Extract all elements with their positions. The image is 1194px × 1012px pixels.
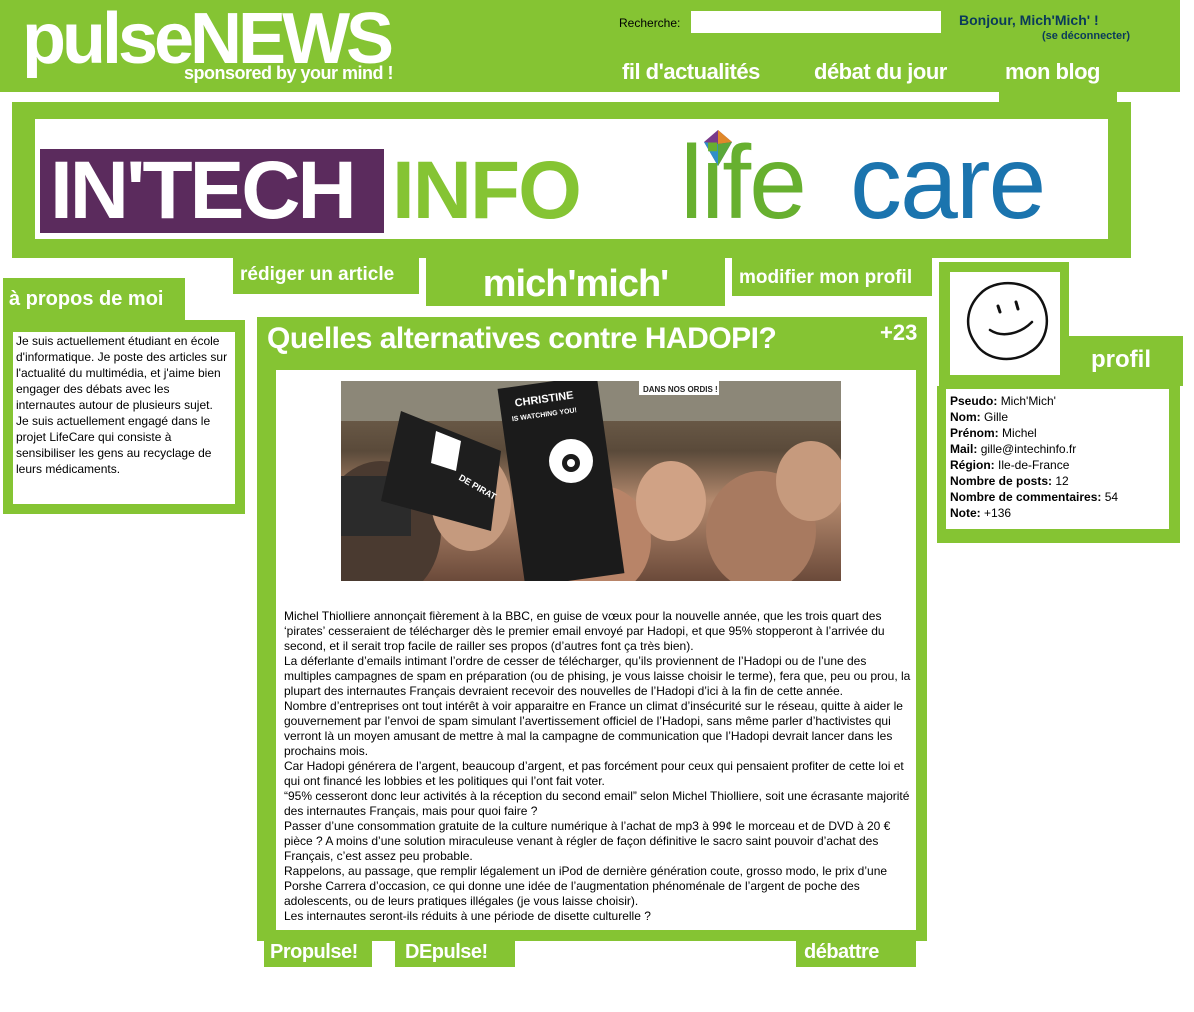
profile-row-pseudo: Pseudo: Mich'Mich' [950,393,1165,409]
profile-label: Nombre de commentaires: [950,490,1102,504]
article-paragraph: Michel Thiolliere annonçait fièrement à … [284,609,885,653]
profile-row-posts: Nombre de posts: 12 [950,473,1165,489]
edit-profile-button[interactable]: modifier mon profil [739,267,912,289]
info-logo: INFO [392,145,582,236]
article-paragraph: Nombre d’entreprises ont tout intérêt à … [284,699,903,758]
profile-value: Michel [1002,426,1037,440]
profile-label: Prénom: [950,426,999,440]
article-text: Michel Thiolliere annonçait fièrement à … [284,609,912,924]
greeting: Bonjour, Mich'Mich' ! [959,12,1099,28]
search-input[interactable] [691,11,941,33]
about-title: à propos de moi [9,288,164,310]
profile-row-note: Note: +136 [950,505,1165,521]
protest-crowd-image: CHRISTINE IS WATCHING YOU! DANS NOS ORDI… [341,381,841,581]
profile-row-comments: Nombre de commentaires: 54 [950,489,1165,505]
profile-row-nom: Nom: Gille [950,409,1165,425]
about-text: Je suis actuellement étudiant en école d… [13,332,235,504]
nav-blog[interactable]: mon blog [1005,59,1100,85]
profile-details: Pseudo: Mich'Mich' Nom: Gille Prénom: Mi… [946,389,1169,529]
profile-value: +136 [984,506,1012,520]
profile-row-prenom: Prénom: Michel [950,425,1165,441]
article-score: +23 [880,320,918,345]
article-paragraph: “95% cesseront donc leur activités à la … [284,789,910,818]
nav-debate[interactable]: débat du jour [814,59,947,85]
profile-label: Pseudo: [950,394,998,408]
profile-row-mail: Mail: gille@intechinfo.fr [950,441,1165,457]
banner-right-text: DANS NOS ORDIS ! [643,385,718,394]
profile-label: Mail: [950,442,978,456]
depulse-button[interactable]: DEpulse! [405,941,488,964]
article-title[interactable]: Quelles alternatives contre HADOPI? [267,322,777,356]
profile-value: Mich'Mich' [1000,394,1056,408]
tagline: sponsored by your mind ! [184,63,394,83]
username-title: mich'mich' [482,263,669,305]
lifecare-care: care [850,125,1046,241]
search-label: Recherche: [619,16,681,30]
profile-value: Ile-de-France [998,458,1070,472]
profile-label: Région: [950,458,995,472]
article-paragraph: Passer d’une consommation gratuite de la… [284,819,891,863]
article-paragraph: Car Hadopi générera de l’argent, beaucou… [284,759,904,788]
profile-value: 54 [1104,490,1119,504]
profile-title: profil [1091,346,1151,373]
intech-logo: IN'TECH [50,145,357,236]
write-article-button[interactable]: rédiger un article [240,264,394,286]
article-paragraph: La déferlante d’emails intimant l’ordre … [284,654,911,698]
smiley-face-icon [967,281,1048,361]
logout-link[interactable]: (se déconnecter) [1042,30,1130,42]
profile-row-region: Région: Ile-de-France [950,457,1165,473]
profile-label: Nom: [950,410,981,424]
lifecare-life: life [680,125,807,241]
propulse-button[interactable]: Propulse! [270,941,358,964]
debate-button[interactable]: débattre [804,941,879,964]
profile-value: Gille [984,410,1009,424]
profile-value: gille@intechinfo.fr [980,442,1077,456]
profile-value: 12 [1055,474,1069,488]
profile-label: Nombre de posts: [950,474,1053,488]
article-image: CHRISTINE IS WATCHING YOU! DANS NOS ORDI… [341,381,841,581]
about-paragraph: Je suis actuellement engagé dans le proj… [16,414,212,476]
profile-label: Note: [950,506,981,520]
nav-feed[interactable]: fil d'actualités [622,59,760,85]
article-paragraph: Rappelons, au passage, que remplir légal… [284,864,888,908]
article-paragraph: Les internautes seront-ils réduits à une… [284,909,651,923]
avatar [950,272,1060,375]
about-paragraph: Je suis actuellement étudiant en école d… [16,334,228,412]
